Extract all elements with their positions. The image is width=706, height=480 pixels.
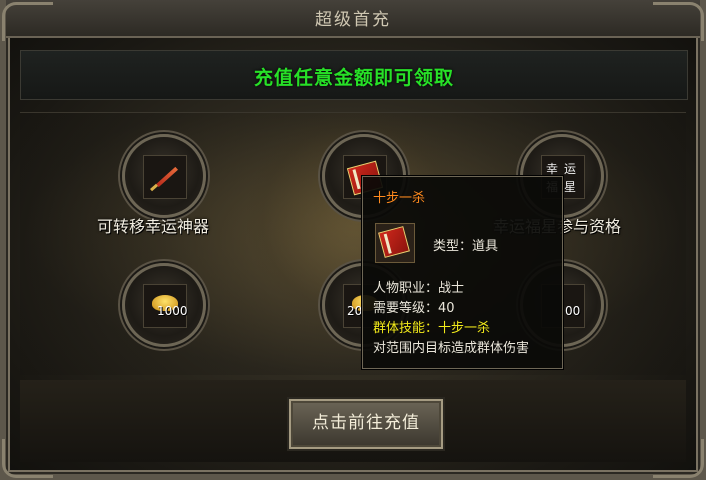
book-icon: [375, 223, 415, 263]
frame-corner-ornament: [653, 439, 704, 478]
sword-icon: [143, 155, 187, 199]
recharge-button[interactable]: 点击前往充值: [289, 399, 443, 449]
tooltip-item-type: 类型：道具: [433, 239, 499, 254]
icon-char: 幸: [546, 162, 559, 176]
item-quantity: 1000: [157, 304, 188, 318]
reward-slot-lucky-artifact[interactable]: [122, 134, 206, 218]
frame-corner-ornament: [2, 439, 53, 478]
item-quantity: 20: [347, 304, 363, 318]
tooltip-skill: 群体技能：十步一杀: [373, 321, 491, 336]
item-tooltip: 十步一杀 类型：道具 人物职业：战士 需要等级：40 群体技能：十步一杀 对范围…: [362, 176, 563, 369]
dialog-title: 超级首充: [315, 10, 391, 30]
tooltip-job: 人物职业：战士: [373, 281, 465, 296]
promo-banner-text: 充值任意金额即可领取: [253, 67, 454, 89]
tooltip-desc: 对范围内目标造成群体伤害: [373, 341, 530, 356]
reward-slot-gold[interactable]: 1000: [122, 263, 206, 347]
icon-char: 星: [564, 180, 577, 194]
frame-corner-ornament: [653, 2, 704, 41]
icon-char: 运: [564, 162, 577, 176]
tooltip-item-name: 十步一杀: [373, 191, 426, 206]
reward-label: 可转移幸运神器: [97, 217, 210, 236]
promo-banner: 充值任意金额即可领取: [20, 50, 688, 100]
tooltip-level: 需要等级：40: [373, 301, 455, 316]
item-quantity: 00: [565, 304, 581, 318]
frame-corner-ornament: [2, 2, 53, 41]
